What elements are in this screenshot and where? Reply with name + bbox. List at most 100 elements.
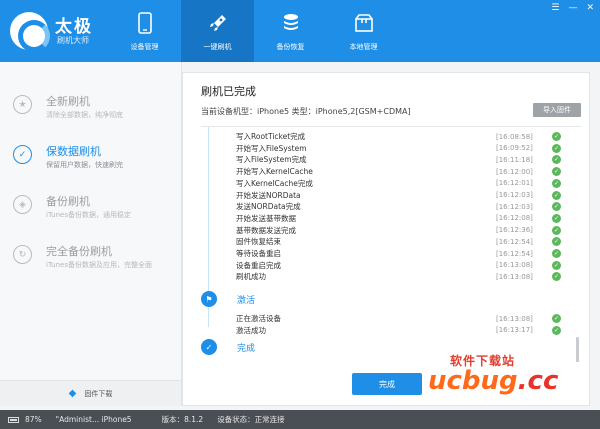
log-row: 固件恢复结束 [16:12:54] ✓ — [236, 236, 561, 247]
app-logo: 太极 刷机大师 — [10, 10, 110, 52]
log-text: 写入RootTicket完成 — [236, 132, 306, 141]
stage-label-done: 完成 — [237, 344, 256, 354]
log-time: [16:12:54] — [496, 249, 533, 258]
log-text: 等待设备重启 — [236, 249, 281, 258]
success-check-icon: ✓ — [552, 225, 561, 235]
log-time: [16:12:00] — [496, 167, 533, 176]
log-time: [16:12:03] — [496, 202, 533, 211]
device-status: 设备状态：正常连接 — [217, 415, 285, 424]
log-time: [16:13:08] — [496, 272, 533, 281]
firmware-download-button[interactable]: ◆ 固件下载 — [0, 380, 182, 406]
activate-stage-icon: ⚑ — [201, 291, 217, 307]
log-time: [16:13:17] — [496, 326, 533, 335]
sidebar-item-full-backup-flash[interactable]: ↻ 完全备份刷机 iTunes备份数据及应用，完整全面 — [0, 234, 182, 284]
sidebar-item-keep-data-flash[interactable]: ✓ 保数据刷机 保留用户数据，快速刷完 — [0, 134, 182, 184]
log-text: 开始发送基带数据 — [236, 213, 296, 223]
done-stage-icon: ✓ — [201, 339, 217, 355]
log-row: 基带数据发送完成 [16:12:36] ✓ — [236, 225, 561, 236]
panel-title: 刷机已完成 — [201, 85, 256, 98]
log-row: 发送NORData完成 [16:12:03] ✓ — [236, 201, 561, 212]
log-time: [16:12:36] — [496, 226, 533, 235]
log-text: 激活成功 — [236, 325, 266, 335]
nav-backup-restore[interactable]: 备份恢复 — [254, 0, 327, 62]
skin-menu-icon[interactable]: ☰ — [551, 3, 559, 13]
compass-icon: ◈ — [13, 195, 32, 214]
nav-label: 本地管理 — [349, 43, 378, 51]
log-text: 基带数据发送完成 — [236, 225, 296, 235]
firmware-download-label: 固件下载 — [84, 389, 113, 398]
site-watermark: 软件下载站 ucbug.cc — [428, 352, 596, 400]
success-check-icon: ✓ — [552, 314, 561, 323]
phone-icon — [134, 12, 156, 34]
app-name: 太极 — [55, 17, 93, 37]
log-text: 写入FileSystem完成 — [236, 155, 307, 165]
success-check-icon: ✓ — [552, 202, 561, 212]
log-time: [16:09:52] — [496, 144, 533, 153]
log-time: [16:12:54] — [496, 237, 533, 246]
device-user: "Administ... iPhone5 — [55, 415, 132, 424]
star-icon: ★ — [13, 95, 32, 114]
log-time: [16:11:18] — [496, 155, 533, 164]
log-text: 刷机成功 — [236, 272, 266, 282]
nav-one-click-flash[interactable]: 一键刷机 — [181, 0, 254, 62]
log-time: [16:12:03] — [496, 191, 533, 199]
cube-icon: ◆ — [68, 388, 77, 399]
battery-icon — [8, 416, 19, 423]
flash-log[interactable]: 写入RootTicket完成 [16:08:58] ✓ 开始写入FileSystem [… — [201, 126, 581, 362]
database-icon — [280, 12, 302, 34]
log-text: 开始写入KernelCache — [236, 167, 313, 177]
close-icon[interactable]: ✕ — [586, 3, 594, 13]
sidebar: ★ 全新刷机 清除全部数据，纯净彻底 ✓ 保数据刷机 保留用户数据，快速刷完 ◈… — [0, 62, 182, 380]
sidebar-item-backup-flash[interactable]: ◈ 备份刷机 iTunes备份数据，通用稳定 — [0, 184, 182, 234]
nav-device-manage[interactable]: 设备管理 — [108, 0, 181, 62]
minimize-icon[interactable]: — — [568, 3, 577, 13]
battery-level: 87% — [25, 415, 42, 424]
device-info: 当前设备机型：iPhone5 类型：iPhone5,2[GSM+CDMA] — [201, 107, 411, 116]
stage-label-activate: 激活 — [237, 296, 256, 306]
log-row: 等待设备重启 [16:12:54] ✓ — [236, 248, 561, 259]
cycle-icon: ↻ — [13, 245, 32, 264]
app-subtitle: 刷机大师 — [57, 36, 89, 45]
log-text: 开始发送NORData — [236, 190, 301, 200]
log-text: 固件恢复结束 — [236, 237, 281, 247]
sidebar-item-title: 完全备份刷机 — [46, 245, 112, 258]
rocket-icon — [207, 12, 229, 34]
sidebar-item-title: 保数据刷机 — [46, 145, 101, 158]
watermark-logo-text: ucbug.cc — [428, 366, 558, 396]
success-check-icon: ✓ — [552, 190, 561, 200]
log-row: 开始写入FileSystem [16:09:52] ✓ — [236, 143, 561, 154]
nav-local-manage[interactable]: 本地管理 — [327, 0, 400, 62]
log-row: 激活成功 [16:13:17] ✓ — [236, 325, 561, 336]
log-time: [16:13:08] — [496, 261, 533, 270]
done-button[interactable]: 完成 — [352, 373, 422, 395]
log-text: 写入KernelCache完成 — [236, 178, 313, 188]
log-row: 开始写入KernelCache [16:12:00] ✓ — [236, 166, 561, 177]
success-check-icon: ✓ — [552, 132, 561, 141]
log-row: 写入KernelCache完成 [16:12:01] ✓ — [236, 178, 561, 189]
log-time: [16:12:08] — [496, 214, 533, 223]
app-version: 版本：8.1.2 — [161, 415, 204, 424]
sidebar-item-desc: iTunes备份数据，通用稳定 — [46, 211, 131, 219]
log-time: [16:08:58] — [496, 132, 533, 141]
success-check-icon: ✓ — [552, 167, 561, 177]
sidebar-item-desc: iTunes备份数据及应用，完整全面 — [46, 261, 152, 269]
success-check-icon: ✓ — [552, 272, 561, 282]
watermark-main: ucbug — [428, 366, 518, 396]
window-controls: ☰ — ✕ — [551, 3, 594, 13]
success-check-icon: ✓ — [552, 155, 561, 165]
log-row: 开始发送基带数据 [16:12:08] ✓ — [236, 213, 561, 224]
log-row: 开始发送NORData [16:12:03] ✓ — [236, 190, 561, 201]
sidebar-item-title: 备份刷机 — [46, 195, 90, 208]
import-firmware-button[interactable]: 导入固件 — [533, 103, 581, 117]
log-row: 写入FileSystem完成 [16:11:18] ✓ — [236, 154, 561, 165]
log-row: 刷机成功 [16:13:08] ✓ — [236, 271, 561, 282]
box-icon — [353, 12, 375, 34]
nav-label: 设备管理 — [130, 43, 159, 51]
success-check-icon: ✓ — [552, 178, 561, 188]
sidebar-item-clean-flash[interactable]: ★ 全新刷机 清除全部数据，纯净彻底 — [0, 84, 182, 134]
log-row: 设备重启完成 [16:13:08] ✓ — [236, 260, 561, 271]
main-nav: 设备管理 一键刷机 备份恢复 本地管理 — [108, 0, 400, 62]
status-bar: 87% "Administ... iPhone5 版本：8.1.2 设备状态：正… — [0, 410, 600, 429]
log-row: 写入RootTicket完成 [16:08:58] ✓ — [236, 131, 561, 142]
log-text: 正在激活设备 — [236, 314, 281, 323]
